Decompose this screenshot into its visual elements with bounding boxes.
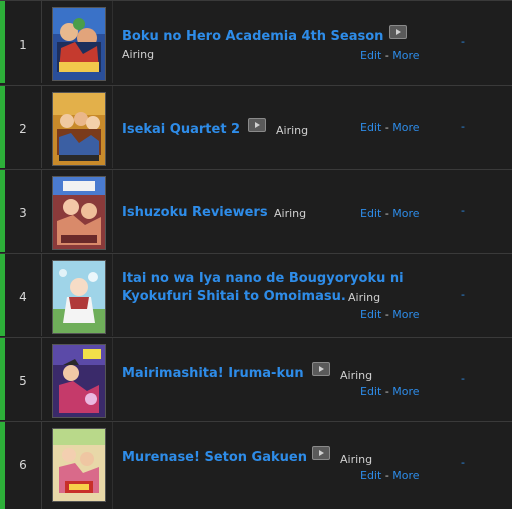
- score-placeholder[interactable]: -: [461, 120, 465, 133]
- anime-title-link[interactable]: Isekai Quartet 2: [122, 122, 240, 138]
- actions-separator: -: [384, 207, 389, 220]
- score-placeholder[interactable]: -: [461, 204, 465, 217]
- list-item: 5 Mairimashita! Iruma-kun Airing Edit - …: [0, 337, 512, 420]
- more-link[interactable]: More: [392, 385, 419, 398]
- list-item: 4 Itai no wa Iya nano de Bougyoryoku ni …: [0, 253, 512, 336]
- cover-thumbnail[interactable]: [52, 428, 106, 502]
- rank-cell: 4: [5, 254, 42, 336]
- stream-icon[interactable]: [389, 25, 407, 39]
- stream-icon[interactable]: [248, 118, 266, 132]
- score-placeholder[interactable]: -: [461, 288, 465, 301]
- edit-link[interactable]: Edit: [360, 49, 381, 62]
- anime-title-link[interactable]: Itai no wa Iya nano de Bougyoryoku ni: [122, 271, 404, 287]
- edit-link[interactable]: Edit: [360, 121, 381, 134]
- edit-link[interactable]: Edit: [360, 385, 381, 398]
- actions-separator: -: [384, 308, 389, 321]
- more-link[interactable]: More: [392, 49, 419, 62]
- list-item: 2 Isekai Quartet 2 Airing Edit - More -: [0, 85, 512, 168]
- more-link[interactable]: More: [392, 469, 419, 482]
- anime-title-link[interactable]: Murenase! Seton Gakuen: [122, 450, 307, 466]
- cover-thumbnail[interactable]: [52, 176, 106, 250]
- rank-cell: 1: [5, 1, 42, 83]
- airing-status: Airing: [340, 453, 373, 466]
- rank-number: 5: [19, 374, 27, 388]
- row-actions: Edit - More: [360, 121, 420, 134]
- row-actions: Edit - More: [360, 308, 420, 321]
- airing-status: Airing: [122, 48, 155, 61]
- more-link[interactable]: More: [392, 207, 419, 220]
- rank-cell: 5: [5, 338, 42, 420]
- stream-icon[interactable]: [312, 362, 330, 376]
- airing-status: Airing: [276, 124, 309, 137]
- rank-number: 3: [19, 206, 27, 220]
- list-item: 1 Boku no Hero Academia 4th Season Airin…: [0, 0, 512, 83]
- rank-number: 4: [19, 290, 27, 304]
- cover-thumbnail[interactable]: [52, 344, 106, 418]
- airing-status: Airing: [274, 207, 307, 220]
- score-placeholder[interactable]: -: [461, 35, 465, 48]
- more-link[interactable]: More: [392, 308, 419, 321]
- score-placeholder[interactable]: -: [461, 372, 465, 385]
- anime-title-link[interactable]: Boku no Hero Academia 4th Season: [122, 29, 383, 45]
- airing-status: Airing: [348, 291, 381, 304]
- actions-separator: -: [384, 385, 389, 398]
- list-item: 6 Murenase! Seton Gakuen Airing Edit - M…: [0, 421, 512, 509]
- actions-separator: -: [384, 469, 389, 482]
- rank-cell: 6: [5, 422, 42, 509]
- anime-title-link-line-2[interactable]: Kyokufuri Shitai to Omoimasu.: [122, 289, 346, 305]
- row-actions: Edit - More: [360, 385, 420, 398]
- cover-thumbnail[interactable]: [52, 260, 106, 334]
- rank-number: 6: [19, 458, 27, 472]
- rank-cell: 2: [5, 86, 42, 168]
- edit-link[interactable]: Edit: [360, 207, 381, 220]
- row-actions: Edit - More: [360, 49, 420, 62]
- more-link[interactable]: More: [392, 121, 419, 134]
- row-actions: Edit - More: [360, 469, 420, 482]
- actions-separator: -: [384, 49, 389, 62]
- cover-thumbnail[interactable]: [52, 7, 106, 81]
- edit-link[interactable]: Edit: [360, 308, 381, 321]
- anime-list: 1 Boku no Hero Academia 4th Season Airin…: [0, 0, 512, 509]
- list-item: 3 Ishuzoku Reviewers Airing Edit - More …: [0, 169, 512, 252]
- score-placeholder[interactable]: -: [461, 456, 465, 469]
- cover-thumbnail[interactable]: [52, 92, 106, 166]
- actions-separator: -: [384, 121, 389, 134]
- anime-title-link[interactable]: Ishuzoku Reviewers: [122, 205, 268, 221]
- edit-link[interactable]: Edit: [360, 469, 381, 482]
- stream-icon[interactable]: [312, 446, 330, 460]
- anime-title-link[interactable]: Mairimashita! Iruma-kun: [122, 366, 304, 382]
- rank-number: 1: [19, 38, 27, 52]
- rank-number: 2: [19, 122, 27, 136]
- rank-cell: 3: [5, 170, 42, 252]
- airing-status: Airing: [340, 369, 373, 382]
- row-actions: Edit - More: [360, 207, 420, 220]
